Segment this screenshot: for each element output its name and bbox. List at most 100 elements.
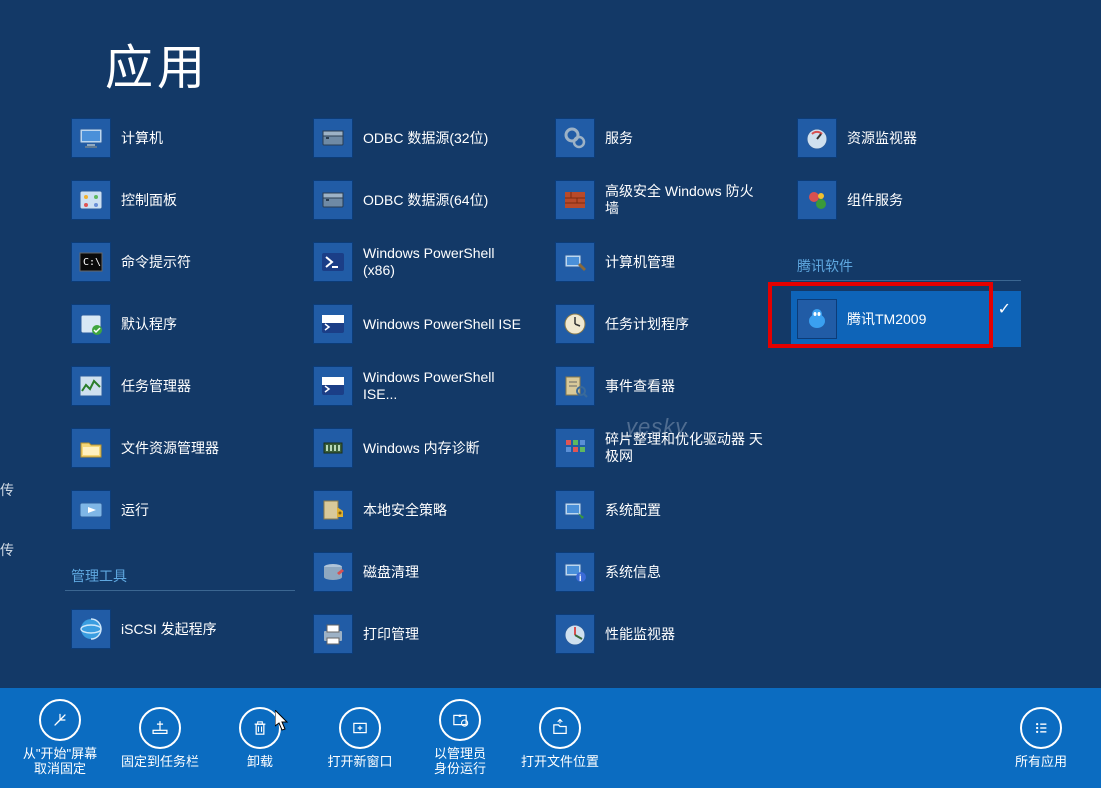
app-label: 腾讯TM2009: [847, 311, 926, 328]
taskschd-icon: [555, 304, 595, 344]
powershell-icon: [313, 242, 353, 282]
app-label: 运行: [121, 502, 149, 519]
edge-text: 传: [0, 540, 14, 560]
checkmark-icon: ✓: [998, 299, 1011, 319]
appbar-unpin[interactable]: 从"开始"屏幕取消固定: [10, 693, 110, 783]
app-tile[interactable]: Windows PowerShell ISE: [307, 296, 537, 352]
app-tile[interactable]: Windows PowerShell ISE...: [307, 358, 537, 414]
computer-icon: [71, 118, 111, 158]
app-label: Windows PowerShell ISE: [363, 316, 521, 333]
appbar-label: 打开新窗口: [327, 755, 392, 770]
app-tile[interactable]: 文件资源管理器: [65, 420, 295, 476]
app-label: 磁盘清理: [363, 564, 419, 581]
app-tile[interactable]: 系统信息: [549, 544, 779, 600]
app-label: iSCSI 发起程序: [121, 621, 217, 638]
run-icon: [71, 490, 111, 530]
secpol-icon: [313, 490, 353, 530]
appbar-label: 所有应用: [1015, 755, 1067, 770]
resmon-icon: [797, 118, 837, 158]
app-label: 组件服务: [847, 192, 903, 209]
app-label: 性能监视器: [605, 626, 675, 643]
appbar-run-admin[interactable]: 以管理员身份运行: [410, 693, 510, 783]
explorer-icon: [71, 428, 111, 468]
app-tile[interactable]: 腾讯TM2009 ✓: [791, 291, 1021, 347]
app-label: 计算机: [121, 130, 163, 147]
edge-text: 传: [0, 480, 14, 500]
control-panel-icon: [71, 180, 111, 220]
app-tile[interactable]: iSCSI 发起程序: [65, 601, 295, 657]
appbar-pin-taskbar[interactable]: 固定到任务栏: [110, 693, 210, 783]
app-tile[interactable]: Windows 内存诊断: [307, 420, 537, 476]
app-tile[interactable]: 组件服务: [791, 172, 1021, 228]
app-tile[interactable]: 资源监视器: [791, 110, 1021, 166]
run-admin-icon: [439, 699, 481, 741]
app-label: 打印管理: [363, 626, 419, 643]
app-tile[interactable]: 控制面板: [65, 172, 295, 228]
app-label: 计算机管理: [605, 254, 675, 271]
powershell-ise-icon: [313, 366, 353, 406]
group-header: 管理工具: [65, 558, 295, 591]
appbar-open-location[interactable]: 打开文件位置: [510, 693, 610, 783]
app-tile[interactable]: 本地安全策略: [307, 482, 537, 538]
odbc-icon: [313, 180, 353, 220]
app-tile[interactable]: 高级安全 Windows 防火墙: [549, 172, 779, 228]
appbar-label: 从"开始"屏幕取消固定: [23, 747, 97, 777]
open-location-icon: [539, 707, 581, 749]
app-tile[interactable]: 命令提示符: [65, 234, 295, 290]
app-tile[interactable]: 任务计划程序: [549, 296, 779, 352]
app-tile[interactable]: Windows PowerShell (x86): [307, 234, 537, 290]
print-icon: [313, 614, 353, 654]
new-window-icon: [339, 707, 381, 749]
uninstall-icon: [239, 707, 281, 749]
msconfig-icon: [555, 490, 595, 530]
app-label: 事件查看器: [605, 378, 675, 395]
app-tile[interactable]: 计算机管理: [549, 234, 779, 290]
appbar-new-window[interactable]: 打开新窗口: [310, 693, 410, 783]
app-label: 任务管理器: [121, 378, 191, 395]
app-label: ODBC 数据源(64位): [363, 192, 488, 209]
eventvwr-icon: [555, 366, 595, 406]
cmd-icon: [71, 242, 111, 282]
app-tile[interactable]: 磁盘清理: [307, 544, 537, 600]
all-apps-icon: [1020, 707, 1062, 749]
app-tile[interactable]: 默认程序: [65, 296, 295, 352]
app-label: 资源监视器: [847, 130, 917, 147]
app-tile[interactable]: ODBC 数据源(64位): [307, 172, 537, 228]
tm-icon: [797, 299, 837, 339]
app-label: 命令提示符: [121, 254, 191, 271]
app-bar: 从"开始"屏幕取消固定 固定到任务栏 卸载 打开新窗口 以管理员身份运行打开文件位置所有…: [0, 688, 1101, 788]
unpin-icon: [39, 699, 81, 741]
app-label: Windows PowerShell (x86): [363, 245, 523, 279]
appbar-uninstall[interactable]: 卸载: [210, 693, 310, 783]
pin-taskbar-icon: [139, 707, 181, 749]
app-tile[interactable]: 打印管理: [307, 606, 537, 662]
memdiag-icon: [313, 428, 353, 468]
app-label: 控制面板: [121, 192, 177, 209]
page-title: 应用: [105, 28, 209, 98]
app-tile[interactable]: 系统配置: [549, 482, 779, 538]
firewall-icon: [555, 180, 595, 220]
app-label: 本地安全策略: [363, 502, 447, 519]
app-label: 服务: [605, 130, 633, 147]
app-label: 默认程序: [121, 316, 177, 333]
taskmgr-icon: [71, 366, 111, 406]
app-label: Windows 内存诊断: [363, 440, 480, 457]
app-label: ODBC 数据源(32位): [363, 130, 488, 147]
app-tile[interactable]: ODBC 数据源(32位): [307, 110, 537, 166]
appbar-all-apps[interactable]: 所有应用: [991, 693, 1091, 783]
app-tile[interactable]: 服务: [549, 110, 779, 166]
app-tile[interactable]: 任务管理器: [65, 358, 295, 414]
odbc-icon: [313, 118, 353, 158]
app-tile[interactable]: 事件查看器: [549, 358, 779, 414]
app-tile[interactable]: 运行: [65, 482, 295, 538]
defaults-icon: [71, 304, 111, 344]
app-tile[interactable]: 计算机: [65, 110, 295, 166]
appbar-label: 固定到任务栏: [121, 755, 199, 770]
app-label: 任务计划程序: [605, 316, 689, 333]
powershell-ise-icon: [313, 304, 353, 344]
services-icon: [555, 118, 595, 158]
app-label: 高级安全 Windows 防火墙: [605, 183, 765, 217]
app-tile[interactable]: 性能监视器: [549, 606, 779, 662]
app-label: 文件资源管理器: [121, 440, 219, 457]
appbar-label: 卸载: [247, 755, 273, 770]
